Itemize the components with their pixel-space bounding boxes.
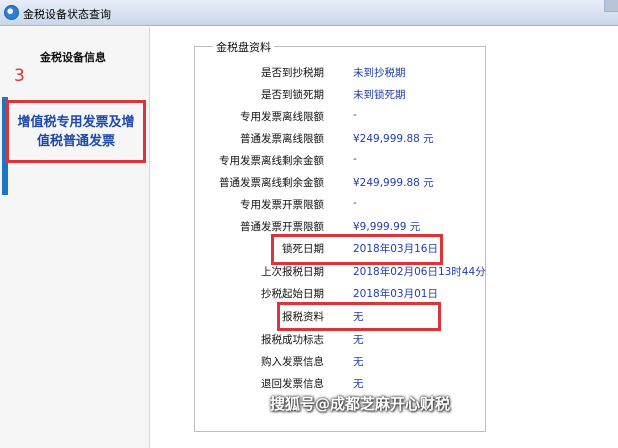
info-label: 普通发票开票限额 [240, 221, 324, 233]
info-value: 2018年02月06日13时44分 [353, 266, 486, 278]
info-row: 专用发票离线限额 - [196, 109, 486, 125]
sidebar-item-device-info[interactable]: 金税设备信息 [0, 49, 146, 65]
highlight-lock-date [271, 234, 443, 265]
info-value: 未到锁死期 [353, 89, 406, 101]
sidebar: 金税设备信息 3 增值税专用发票及增值税普通发票 [0, 27, 150, 448]
info-row: 专用发票开票限额 - [196, 197, 486, 213]
info-label: 专用发票开票限额 [240, 199, 324, 211]
info-value: 2018年03月01日 [353, 288, 438, 300]
info-label: 是否到抄税期 [261, 67, 324, 79]
info-row: 退回发票信息 无 [196, 376, 486, 392]
info-label: 普通发票离线限额 [240, 133, 324, 145]
window-titlebar: 金税设备状态查询 [0, 0, 618, 26]
sidebar-item-vat-invoices[interactable]: 增值税专用发票及增值税普通发票 [6, 100, 146, 163]
highlight-tax-report-data [277, 302, 441, 331]
info-value: 无 [353, 334, 364, 346]
info-label: 抄税起始日期 [261, 288, 324, 300]
info-label: 普通发票离线剩余金额 [219, 177, 324, 189]
info-row: 专用发票离线剩余金额 - [196, 153, 486, 169]
info-value: ¥9,999.99 元 [353, 221, 421, 233]
window-title: 金税设备状态查询 [23, 8, 111, 21]
info-value: ¥249,999.88 元 [353, 177, 434, 189]
app-logo-icon [4, 5, 19, 20]
watermark-text: 搜狐号@成都芝麻开心财税 [270, 395, 451, 413]
main-panel: 金税盘资料 是否到抄税期 未到抄税期 是否到锁死期 未到锁死期 专用发票离线限额… [151, 27, 618, 448]
info-row: 普通发票离线剩余金额 ¥249,999.88 元 [196, 175, 486, 191]
info-value: 无 [353, 378, 364, 390]
info-row: 报税成功标志 无 [196, 332, 486, 348]
info-value: 无 [353, 356, 364, 368]
info-value: - [353, 153, 357, 165]
step-number-annotation: 3 [14, 66, 25, 86]
info-value: ¥249,999.88 元 [353, 133, 434, 145]
info-value: 未到抄税期 [353, 67, 406, 79]
info-row: 是否到锁死期 未到锁死期 [196, 87, 486, 103]
info-label: 退回发票信息 [261, 378, 324, 390]
info-row: 普通发票开票限额 ¥9,999.99 元 [196, 219, 486, 235]
info-label: 报税成功标志 [261, 334, 324, 346]
info-label: 购入发票信息 [261, 356, 324, 368]
info-label: 上次报税日期 [261, 266, 324, 278]
group-legend: 金税盘资料 [213, 39, 274, 55]
info-label: 是否到锁死期 [261, 89, 324, 101]
info-row: 购入发票信息 无 [196, 354, 486, 370]
info-row: 普通发票离线限额 ¥249,999.88 元 [196, 131, 486, 147]
info-row: 上次报税日期 2018年02月06日13时44分 [196, 264, 486, 280]
info-value: - [353, 109, 357, 121]
info-label: 专用发票离线限额 [240, 111, 324, 123]
info-row: 是否到抄税期 未到抄税期 [196, 65, 486, 81]
info-value: - [353, 197, 357, 209]
info-row: 抄税起始日期 2018年03月01日 [196, 286, 486, 302]
info-label: 专用发票离线剩余金额 [219, 155, 324, 167]
window-corner-control[interactable] [604, 0, 618, 12]
sidebar-item-label: 增值税专用发票及增值税普通发票 [17, 114, 135, 149]
